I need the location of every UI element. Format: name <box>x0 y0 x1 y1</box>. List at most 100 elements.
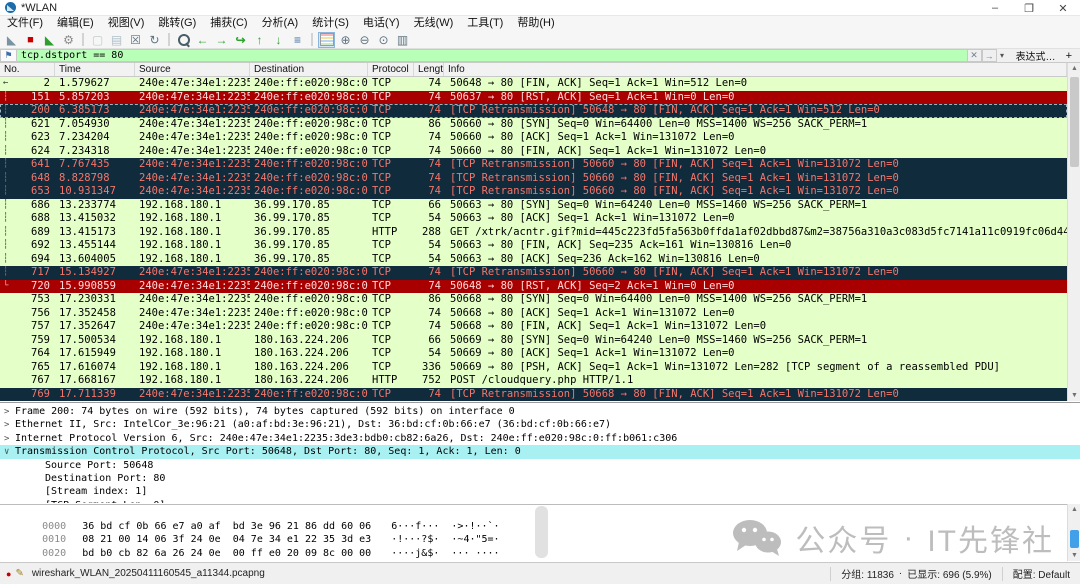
expand-arrow-icon[interactable]: > <box>4 419 15 432</box>
expert-info-icon[interactable]: ● <box>6 569 11 579</box>
save-file-icon[interactable]: ▤ <box>108 32 125 48</box>
packet-row[interactable]: ┆717 15.134927 240e:47e:34e1:2235:… 240e… <box>0 266 1067 280</box>
menu-statistics[interactable]: 统计(S) <box>305 16 356 31</box>
detail-line[interactable]: [TCP Segment Len: 0] <box>0 499 1080 503</box>
filter-dropdown-caret-icon[interactable]: ▾ <box>997 49 1008 62</box>
profile-selector[interactable]: 配置: Default <box>1002 567 1080 581</box>
menu-wireless[interactable]: 无线(W) <box>407 16 461 31</box>
start-capture-icon[interactable]: ◣ <box>3 32 20 48</box>
packet-row[interactable]: ┆692 13.455144 192.168.180.1 36.99.170.8… <box>0 239 1067 253</box>
packet-row[interactable]: └720 15.990859 240e:47e:34e1:2235:… 240e… <box>0 280 1067 294</box>
scrollbar-thumb[interactable] <box>1070 77 1079 167</box>
scroll-up-icon[interactable]: ▲ <box>1068 63 1080 74</box>
restart-capture-icon[interactable]: ◣ <box>41 32 58 48</box>
column-header[interactable]: Source <box>135 63 250 76</box>
edit-comment-icon[interactable]: ✎ <box>15 568 23 579</box>
menu-go[interactable]: 跳转(G) <box>151 16 203 31</box>
first-packet-icon[interactable]: ↑ <box>251 32 268 48</box>
menu-telephony[interactable]: 电话(Y) <box>356 16 407 31</box>
zoom-100-icon[interactable]: ⊙ <box>375 32 392 48</box>
clear-filter-icon[interactable]: ✕ <box>967 49 982 62</box>
packet-row[interactable]: ┆624 7.234318 240e:47e:34e1:2235:… 240e:… <box>0 145 1067 159</box>
toolbar-separator[interactable] <box>82 33 84 46</box>
hex-pane-scrollbar[interactable]: ▲ ▼ <box>1067 504 1080 561</box>
packet-row[interactable]: ┆688 13.415032 192.168.180.1 36.99.170.8… <box>0 212 1067 226</box>
stop-capture-icon[interactable]: ■ <box>22 32 39 48</box>
colorize-icon[interactable] <box>318 32 335 48</box>
toolbar-separator[interactable] <box>168 33 170 46</box>
zoom-out-icon[interactable]: ⊖ <box>356 32 373 48</box>
packet-row[interactable]: 765 17.616074 192.168.180.1 180.163.224.… <box>0 361 1067 375</box>
reload-icon[interactable]: ↻ <box>146 32 163 48</box>
column-header[interactable]: Info <box>444 63 1067 76</box>
column-header[interactable]: Destination <box>250 63 368 76</box>
scroll-down-icon[interactable]: ▼ <box>1068 390 1080 401</box>
packet-row[interactable]: 767 17.668167 192.168.180.1 180.163.224.… <box>0 374 1067 388</box>
menu-capture[interactable]: 捕获(C) <box>203 16 254 31</box>
detail-line[interactable]: [Stream index: 1] <box>0 485 1080 498</box>
packet-row[interactable]: ┆689 13.415173 192.168.180.1 36.99.170.8… <box>0 226 1067 240</box>
detail-line[interactable]: >Internet Protocol Version 6, Src: 240e:… <box>0 432 1080 445</box>
packet-destination: 240e:ff:e020:98c:0:… <box>250 266 368 280</box>
column-header[interactable]: Protocol <box>368 63 414 76</box>
packet-no: 688 <box>31 212 50 224</box>
forward-icon[interactable]: → <box>213 32 230 48</box>
packet-row[interactable]: ┆648 8.828798 240e:47e:34e1:2235:… 240e:… <box>0 172 1067 186</box>
scroll-up-icon[interactable]: ▲ <box>1068 504 1080 515</box>
add-filter-button[interactable]: + <box>1064 49 1080 62</box>
packet-row[interactable]: 764 17.615949 192.168.180.1 180.163.224.… <box>0 347 1067 361</box>
packet-row[interactable]: ←2 1.579627 240e:47e:34e1:2235:… 240e:ff… <box>0 77 1067 91</box>
menu-help[interactable]: 帮助(H) <box>510 16 561 31</box>
last-packet-icon[interactable]: ↓ <box>270 32 287 48</box>
packet-row[interactable]: 769 17.711339 240e:47e:34e1:2235:… 240e:… <box>0 388 1067 402</box>
packet-row[interactable]: ┆151 5.857203 240e:47e:34e1:2235:… 240e:… <box>0 91 1067 105</box>
packet-row[interactable]: 753 17.230331 240e:47e:34e1:2235:… 240e:… <box>0 293 1067 307</box>
scrollbar-thumb[interactable] <box>1070 530 1079 548</box>
menu-edit[interactable]: 编辑(E) <box>50 16 101 31</box>
detail-line[interactable]: Destination Port: 80 <box>0 472 1080 485</box>
menu-view[interactable]: 视图(V) <box>101 16 152 31</box>
maximize-button[interactable]: ❐ <box>1012 0 1046 16</box>
auto-scroll-icon[interactable]: ≡ <box>289 32 306 48</box>
column-header[interactable]: No. <box>0 63 55 76</box>
column-header[interactable]: Time <box>55 63 135 76</box>
menu-file[interactable]: 文件(F) <box>0 16 50 31</box>
packet-row[interactable]: ┆623 7.234204 240e:47e:34e1:2235:… 240e:… <box>0 131 1067 145</box>
detail-line[interactable]: >Ethernet II, Src: IntelCor_3e:96:21 (a0… <box>0 418 1080 431</box>
toolbar-separator[interactable] <box>311 33 313 46</box>
packet-row[interactable]: ┆621 7.054930 240e:47e:34e1:2235:… 240e:… <box>0 118 1067 132</box>
expand-arrow-icon[interactable]: > <box>4 406 15 419</box>
column-header[interactable]: Length <box>414 63 444 76</box>
packet-row[interactable]: ┆653 10.931347 240e:47e:34e1:2235:… 240e… <box>0 185 1067 199</box>
packet-row[interactable]: ┆686 13.233774 192.168.180.1 36.99.170.8… <box>0 199 1067 213</box>
expand-arrow-icon[interactable]: ∨ <box>4 446 15 459</box>
resize-columns-icon[interactable]: ▥ <box>394 32 411 48</box>
capture-options-icon[interactable]: ⚙ <box>60 32 77 48</box>
menu-analyze[interactable]: 分析(A) <box>255 16 306 31</box>
goto-packet-icon[interactable]: ↪ <box>232 32 249 48</box>
apply-filter-icon[interactable]: → <box>982 49 997 62</box>
close-file-icon[interactable]: ☒ <box>127 32 144 48</box>
menu-tools[interactable]: 工具(T) <box>460 16 510 31</box>
minimize-button[interactable]: – <box>978 0 1012 16</box>
open-file-icon[interactable]: ▢ <box>89 32 106 48</box>
packet-row[interactable]: ┆694 13.604005 192.168.180.1 36.99.170.8… <box>0 253 1067 267</box>
close-button[interactable]: ✕ <box>1046 0 1080 16</box>
detail-line[interactable]: Source Port: 50648 <box>0 459 1080 472</box>
display-filter-input[interactable]: tcp.dstport == 80 <box>17 49 967 62</box>
packet-row[interactable]: 757 17.352647 240e:47e:34e1:2235:… 240e:… <box>0 320 1067 334</box>
expand-arrow-icon[interactable]: > <box>4 433 15 446</box>
packet-row[interactable]: ┆641 7.767435 240e:47e:34e1:2235:… 240e:… <box>0 158 1067 172</box>
zoom-in-icon[interactable]: ⊕ <box>337 32 354 48</box>
back-icon[interactable]: ← <box>194 32 211 48</box>
find-packet-icon[interactable] <box>175 32 192 48</box>
detail-line[interactable]: ∨Transmission Control Protocol, Src Port… <box>0 445 1080 458</box>
packet-row[interactable]: 756 17.352458 240e:47e:34e1:2235:… 240e:… <box>0 307 1067 321</box>
packet-list-scrollbar[interactable]: ▲ ▼ <box>1067 63 1080 401</box>
packet-row[interactable]: ┆200 6.385173 240e:47e:34e1:2235:… 240e:… <box>0 104 1067 118</box>
expression-button[interactable]: 表达式… <box>1008 49 1064 62</box>
detail-line[interactable]: >Frame 200: 74 bytes on wire (592 bits),… <box>0 405 1080 418</box>
scroll-down-icon[interactable]: ▼ <box>1068 550 1080 561</box>
bookmark-icon[interactable]: ⚑ <box>0 49 17 62</box>
packet-row[interactable]: 759 17.500534 192.168.180.1 180.163.224.… <box>0 334 1067 348</box>
